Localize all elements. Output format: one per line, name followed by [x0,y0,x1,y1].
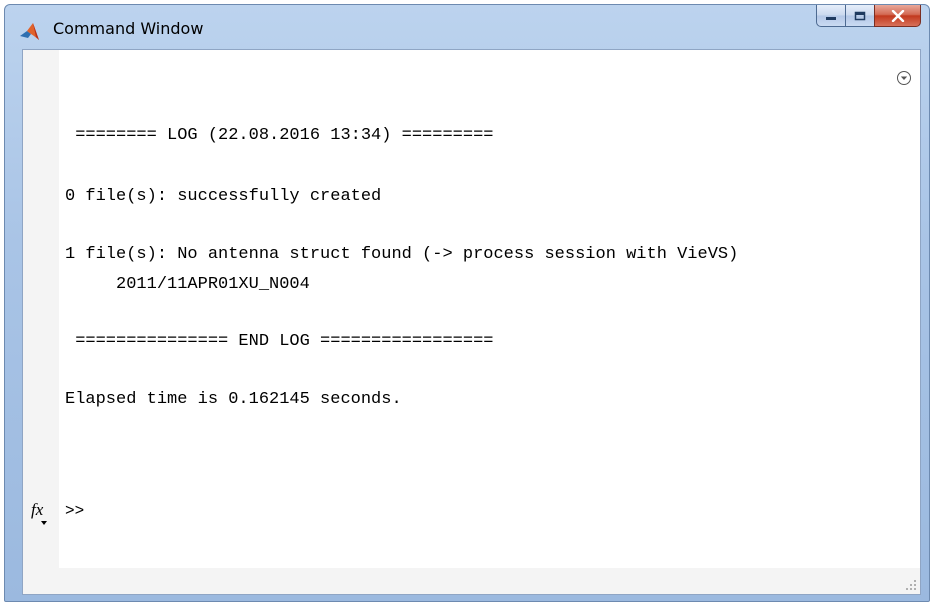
chevron-down-circle-icon[interactable] [896,70,912,86]
close-button[interactable] [874,5,921,27]
minimize-icon [826,16,836,20]
output-line: 1 file(s): No antenna struct found (-> p… [65,245,739,264]
window-client-area: ======== LOG (22.08.2016 13:34) ========… [22,49,921,595]
output-line: 0 file(s): successfully created [65,187,382,206]
log-header-line: ======== LOG (22.08.2016 13:34) ========… [65,126,494,145]
elapsed-time-line: Elapsed time is 0.162145 seconds. [65,390,402,409]
window-controls [816,5,921,29]
command-prompt[interactable]: >> [65,502,84,520]
output-line: 2011/11APR01XU_N004 [65,275,310,294]
maximize-button[interactable] [845,5,874,27]
maximize-icon [854,11,866,20]
minimize-button[interactable] [816,5,845,27]
resize-grip-icon[interactable] [905,579,917,591]
matlab-logo-icon [20,23,39,40]
function-browser-icon[interactable]: fx [31,500,53,525]
close-icon [891,9,904,22]
title-bar[interactable]: Command Window [5,5,929,49]
fx-label: fx [31,500,44,519]
console-output[interactable]: ======== LOG (22.08.2016 13:34) ========… [59,50,920,568]
command-window: Command Window ======== LOG (22.08.2016 … [4,4,930,602]
window-title: Command Window [53,19,204,38]
chevron-down-icon [41,521,47,525]
log-footer-line: =============== END LOG ================… [65,332,494,351]
